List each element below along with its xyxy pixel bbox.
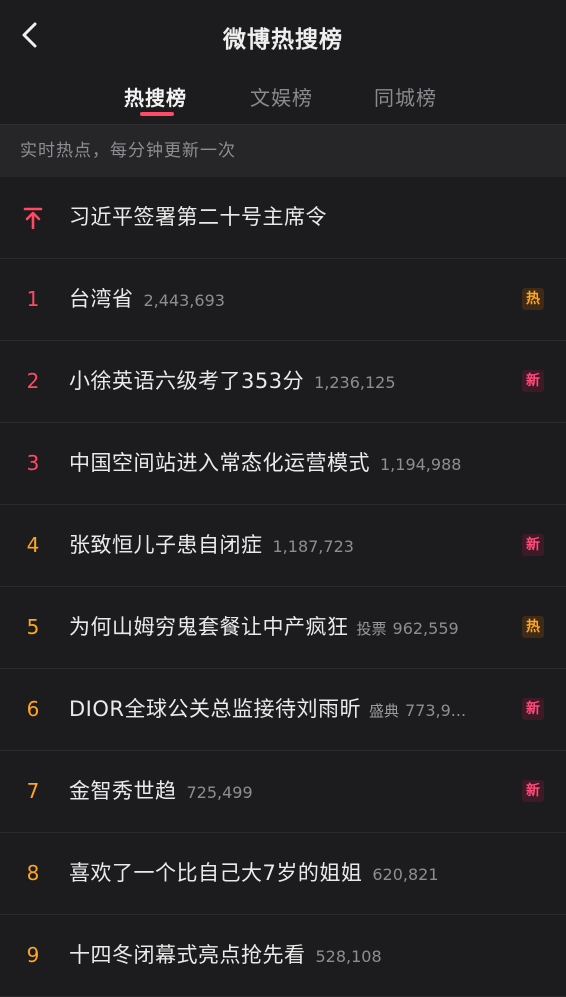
list-item[interactable]: 1 台湾省 2,443,693 热 [0,259,566,341]
item-count: 725,499 [186,783,253,802]
list-item[interactable]: 5 为何山姆穷鬼套餐让中产疯狂 投票 962,559 热 [0,587,566,669]
item-body: 张致恒儿子患自闭症 1,187,723 [69,505,506,586]
item-body: 台湾省 2,443,693 [69,259,506,340]
item-rank: 1 [26,287,40,311]
list-item[interactable]: 4 张致恒儿子患自闭症 1,187,723 新 [0,505,566,587]
item-rank: 9 [26,943,40,967]
active-tab-indicator [140,112,174,116]
item-rank: 2 [26,369,40,393]
item-body: DIOR全球公关总监接待刘雨昕 盛典 773,9... [69,669,506,750]
tab-hot-search[interactable]: 热搜榜 [124,82,187,111]
item-body: 喜欢了一个比自己大7岁的姐姐 620,821 [69,833,506,914]
new-badge: 新 [522,370,544,392]
item-count: 620,821 [372,865,439,884]
item-body: 习近平签署第二十号主席令 [69,177,506,258]
item-rank: 3 [26,451,40,475]
item-count: 773,9... [405,701,467,720]
item-topic: 喜欢了一个比自己大7岁的姐姐 [69,861,363,885]
item-topic: 台湾省 [69,287,134,311]
item-topic: 小徐英语六级考了353分 [69,369,305,393]
item-rank: 6 [26,697,40,721]
item-count: 1,236,125 [314,373,396,392]
item-topic: 为何山姆穷鬼套餐让中产疯狂 [69,615,349,639]
item-count: 528,108 [315,947,382,966]
item-topic: DIOR全球公关总监接待刘雨昕 [69,697,361,721]
tab-bar: 热搜榜 文娱榜 同城榜 [0,70,566,125]
pinned-item[interactable]: 习近平签署第二十号主席令 [0,177,566,259]
hot-search-list: 习近平签署第二十号主席令 1 台湾省 2,443,693 热 2 小徐英语六级考了… [0,177,566,997]
page-title: 微博热搜榜 [223,27,343,53]
list-item[interactable]: 8 喜欢了一个比自己大7岁的姐姐 620,821 [0,833,566,915]
item-rank: 5 [26,615,40,639]
item-topic: 习近平签署第二十号主席令 [69,205,327,229]
item-rank: 8 [26,861,40,885]
item-count: 962,559 [392,619,459,638]
list-item[interactable]: 3 中国空间站进入常态化运营模式 1,194,988 [0,423,566,505]
list-item[interactable]: 6 DIOR全球公关总监接待刘雨昕 盛典 773,9... 新 [0,669,566,751]
item-topic: 张致恒儿子患自闭症 [69,533,263,557]
item-body: 十四冬闭幕式亮点抢先看 528,108 [69,915,506,996]
list-item[interactable]: 7 金智秀世趋 725,499 新 [0,751,566,833]
list-item[interactable]: 9 十四冬闭幕式亮点抢先看 528,108 [0,915,566,997]
hot-badge: 热 [522,616,544,638]
item-body: 金智秀世趋 725,499 [69,751,506,832]
new-badge: 新 [522,780,544,802]
item-body: 小徐英语六级考了353分 1,236,125 [69,341,506,422]
item-topic: 十四冬闭幕式亮点抢先看 [69,943,306,967]
new-badge: 新 [522,698,544,720]
item-topic: 金智秀世趋 [69,779,177,803]
new-badge: 新 [522,534,544,556]
item-count: 1,187,723 [272,537,354,556]
item-topic: 中国空间站进入常态化运营模式 [69,451,370,475]
item-count: 2,443,693 [143,291,225,310]
item-rank: 4 [26,533,40,557]
top-bar: 微博热搜榜 [0,0,566,70]
update-notice: 实时热点，每分钟更新一次 [0,125,566,177]
item-rank: 7 [26,779,40,803]
item-body: 中国空间站进入常态化运营模式 1,194,988 [69,423,506,504]
item-body: 为何山姆穷鬼套餐让中产疯狂 投票 962,559 [69,587,506,668]
tab-local[interactable]: 同城榜 [374,82,437,111]
pin-top-icon [23,207,43,229]
list-item[interactable]: 2 小徐英语六级考了353分 1,236,125 新 [0,341,566,423]
item-tag: 盛典 [368,702,399,720]
tab-entertainment[interactable]: 文娱榜 [250,82,313,111]
hot-badge: 热 [522,288,544,310]
item-count: 1,194,988 [380,455,462,474]
item-tag: 投票 [356,620,387,638]
